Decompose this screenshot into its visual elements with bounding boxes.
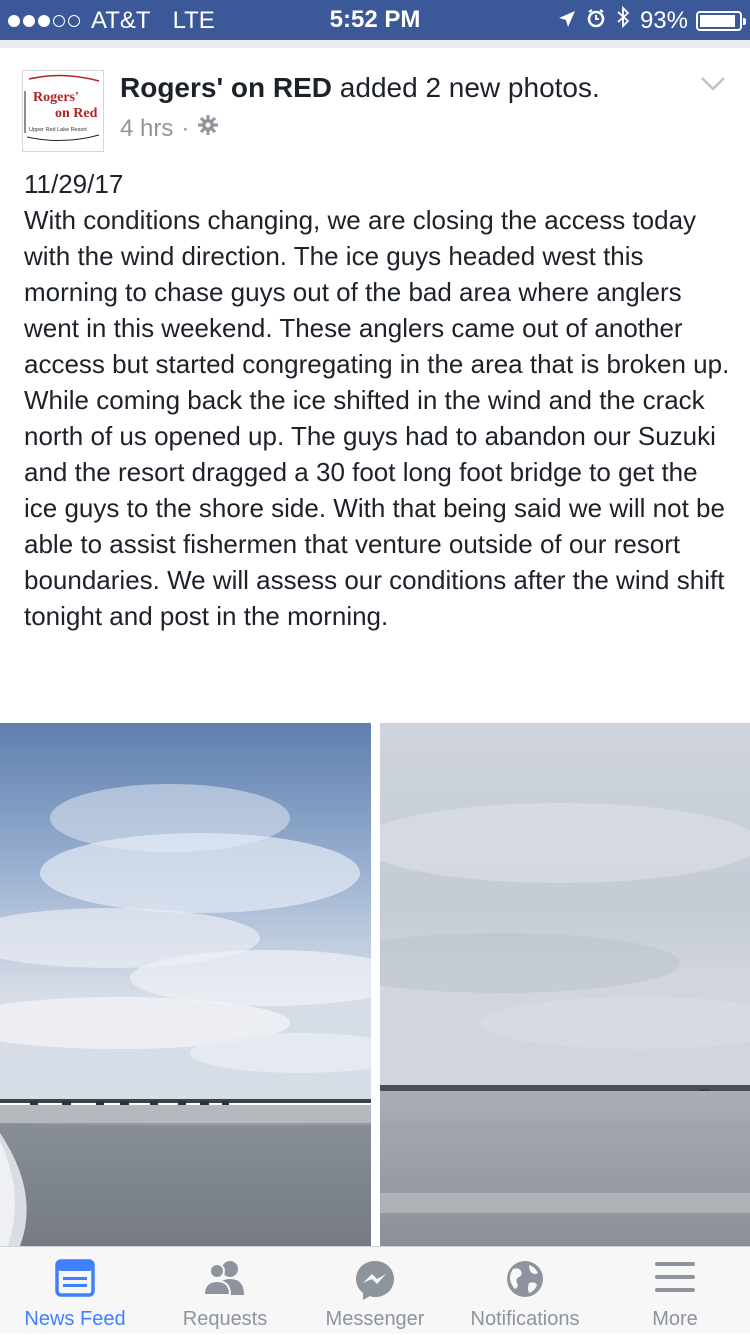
logo-text-line3: Upper Red Lake Resort [29,127,87,133]
globe-icon [505,1259,545,1304]
news-feed-icon [55,1259,95,1302]
post-time[interactable]: 4 hrs [120,115,173,143]
tab-label: Messenger [325,1308,425,1330]
meta-separator: · [181,114,190,142]
battery-icon [696,10,746,31]
post-meta: 4 hrs · [120,114,219,143]
logo-text-line1: Rogers' [33,90,79,105]
battery-percent: 93% [639,6,688,34]
status-right: 93% [558,5,746,35]
tab-label: News Feed [24,1308,126,1330]
post-header-line: Rogers' on RED added 2 new photos. [120,72,600,104]
logo-text-line2: on Red [55,106,98,121]
photo-1[interactable] [0,723,371,1246]
tab-label: More [652,1308,698,1330]
resort-logo: Rogers' on Red Upper Red Lake Resort [23,71,103,151]
alarm-icon [586,7,606,35]
privacy-gear-icon [197,114,219,143]
post-action: added 2 new photos. [339,72,600,103]
menu-icon [654,1259,696,1300]
messenger-icon [354,1259,396,1306]
tab-news-feed[interactable]: News Feed [0,1247,150,1335]
status-bar: AT&T LTE 5:52 PM 93% [0,0,750,40]
tab-messenger[interactable]: Messenger [300,1247,450,1335]
friends-icon [202,1259,248,1302]
battery-fill [700,14,735,27]
post-text: With conditions changing, we are closing… [24,205,730,631]
tab-notifications[interactable]: Notifications [450,1247,600,1335]
feed-separator [0,40,750,48]
tab-requests[interactable]: Requests [150,1247,300,1335]
photo-grid [0,723,750,1246]
post-author-name[interactable]: Rogers' on RED [120,72,332,103]
post-date: 11/29/17 [24,169,124,199]
tab-label: Requests [182,1308,268,1330]
bottom-tab-bar: News Feed Requests Messenger Notificatio… [0,1246,750,1334]
battery-nub [743,17,746,25]
photo-2[interactable] [380,723,750,1246]
page-avatar[interactable]: Rogers' on Red Upper Red Lake Resort [22,70,104,152]
post-options-chevron-down-icon[interactable] [700,76,726,97]
tab-more[interactable]: More [600,1247,750,1335]
post-body: 11/29/17 With conditions changing, we ar… [24,166,734,634]
tab-label: Notifications [470,1308,580,1330]
location-arrow-icon [558,7,576,35]
bluetooth-icon [616,5,630,35]
